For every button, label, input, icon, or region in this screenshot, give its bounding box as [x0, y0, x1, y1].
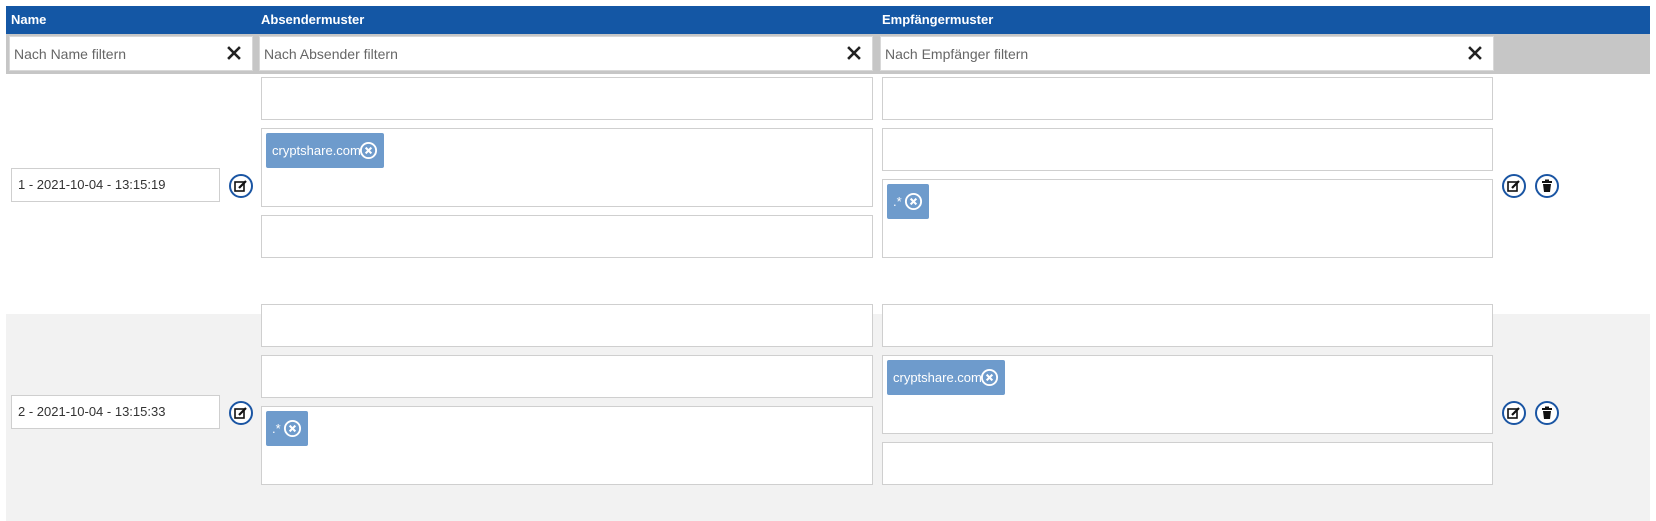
remove-circle-icon[interactable] [283, 419, 302, 438]
edit-icon [1507, 407, 1520, 419]
edit-name-button[interactable] [229, 174, 253, 198]
close-icon[interactable] [1467, 45, 1483, 61]
recipient-filter-input[interactable] [885, 37, 1463, 70]
edit-icon [1507, 180, 1520, 192]
edit-icon [234, 407, 247, 419]
sender-filter-input[interactable] [264, 37, 842, 70]
pattern-chip: cryptshare.com [266, 133, 384, 168]
recipient-pattern-box[interactable]: .* [882, 179, 1493, 258]
sender-pattern-box[interactable] [261, 215, 873, 258]
delete-rule-button[interactable] [1535, 401, 1559, 425]
pattern-chip: .* [266, 411, 308, 446]
sender-pattern-box[interactable]: .* [261, 406, 873, 485]
table-header [6, 6, 1650, 34]
delete-rule-button[interactable] [1535, 174, 1559, 198]
name-filter-field [9, 36, 253, 71]
sender-pattern-box[interactable] [261, 77, 873, 120]
edit-rule-button[interactable] [1502, 174, 1526, 198]
remove-circle-icon[interactable] [359, 141, 378, 160]
edit-icon [234, 180, 247, 192]
edit-rule-button[interactable] [1502, 401, 1526, 425]
recipient-pattern-box[interactable] [882, 128, 1493, 171]
column-header-name[interactable]: Name [11, 6, 46, 34]
rule-name-field[interactable]: 2 - 2021-10-04 - 13:15:33 [11, 395, 220, 429]
sender-filter-field [259, 36, 873, 71]
pattern-chip-label: .* [272, 421, 281, 436]
sender-pattern-box[interactable]: cryptshare.com [261, 128, 873, 207]
edit-name-button[interactable] [229, 401, 253, 425]
rule-name-field[interactable]: 1 - 2021-10-04 - 13:15:19 [11, 168, 220, 202]
close-icon[interactable] [846, 45, 862, 61]
remove-circle-icon[interactable] [980, 368, 999, 387]
sender-pattern-box[interactable] [261, 355, 873, 398]
pattern-chip-label: cryptshare.com [272, 143, 361, 158]
pattern-chip: .* [887, 184, 929, 219]
trash-icon [1542, 179, 1552, 192]
recipient-filter-field [880, 36, 1494, 71]
recipient-pattern-box[interactable] [882, 442, 1493, 485]
pattern-chip-label: .* [893, 194, 902, 209]
sender-pattern-box[interactable] [261, 304, 873, 347]
recipient-pattern-box[interactable] [882, 304, 1493, 347]
column-header-sender[interactable]: Absendermuster [261, 6, 364, 34]
recipient-pattern-box[interactable]: cryptshare.com [882, 355, 1493, 434]
column-header-recipient[interactable]: Empfängermuster [882, 6, 993, 34]
recipient-pattern-box[interactable] [882, 77, 1493, 120]
trash-icon [1542, 406, 1552, 419]
pattern-chip-label: cryptshare.com [893, 370, 982, 385]
pattern-chip: cryptshare.com [887, 360, 1005, 395]
close-icon[interactable] [226, 45, 242, 61]
remove-circle-icon[interactable] [904, 192, 923, 211]
name-filter-input[interactable] [14, 37, 222, 70]
